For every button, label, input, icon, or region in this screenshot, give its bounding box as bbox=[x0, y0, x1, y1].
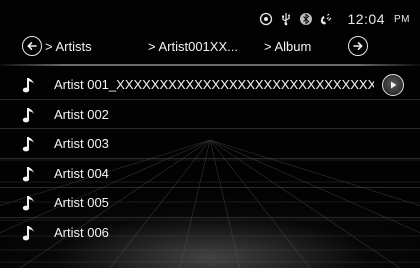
list-item-label: Artist 005 bbox=[54, 195, 109, 210]
list-item-label: Artist 003 bbox=[54, 136, 109, 151]
list-item[interactable]: Artist 006 bbox=[0, 218, 420, 248]
header-divider bbox=[0, 64, 420, 66]
list-item[interactable]: Artist 004 bbox=[0, 159, 420, 188]
music-note-icon bbox=[22, 78, 34, 93]
list-item[interactable]: Artist 001_XXXXXXXXXXXXXXXXXXXXXXXXXXXXX… bbox=[0, 70, 420, 100]
status-bar: 12:04 PM bbox=[259, 8, 410, 30]
forward-button[interactable] bbox=[348, 36, 368, 56]
usb-icon bbox=[282, 13, 291, 26]
list-item-label: Artist 006 bbox=[54, 224, 109, 240]
left-arrow-icon bbox=[27, 42, 37, 50]
clock-time: 12:04 bbox=[347, 11, 385, 27]
breadcrumb-album[interactable]: > Album bbox=[264, 39, 311, 54]
music-note-icon bbox=[22, 137, 34, 152]
play-icon bbox=[391, 81, 397, 89]
list-item-label: Artist 001_XXXXXXXXXXXXXXXXXXXXXXXXXXXXX… bbox=[54, 77, 374, 92]
play-button[interactable] bbox=[382, 74, 404, 96]
back-button[interactable] bbox=[22, 36, 42, 56]
list-item[interactable]: Artist 005 bbox=[0, 188, 420, 218]
music-note-icon bbox=[22, 107, 34, 122]
radio-icon bbox=[260, 12, 273, 26]
list-item[interactable]: Artist 003 bbox=[0, 129, 420, 159]
music-note-icon bbox=[22, 225, 34, 240]
list-item[interactable]: Artist 002 bbox=[0, 100, 420, 129]
breadcrumb-artist[interactable]: > Artist001XX... bbox=[148, 39, 238, 54]
right-arrow-icon bbox=[353, 42, 363, 50]
music-note-icon bbox=[22, 196, 34, 211]
artist-list: Artist 001_XXXXXXXXXXXXXXXXXXXXXXXXXXXXX… bbox=[0, 70, 420, 247]
breadcrumb-artists[interactable]: > Artists bbox=[45, 39, 92, 54]
phone-signal-icon bbox=[321, 13, 332, 25]
music-note-icon bbox=[22, 166, 34, 181]
breadcrumb: > Artists > Artist001XX... > Album bbox=[0, 36, 420, 60]
clock-ampm: PM bbox=[394, 13, 410, 25]
list-item-label: Artist 004 bbox=[54, 165, 109, 181]
bluetooth-icon bbox=[300, 13, 313, 25]
list-item-label: Artist 002 bbox=[54, 106, 109, 122]
media-browser-screen: 12:04 PM > Artists > Artist001XX... > Alb… bbox=[0, 0, 420, 268]
